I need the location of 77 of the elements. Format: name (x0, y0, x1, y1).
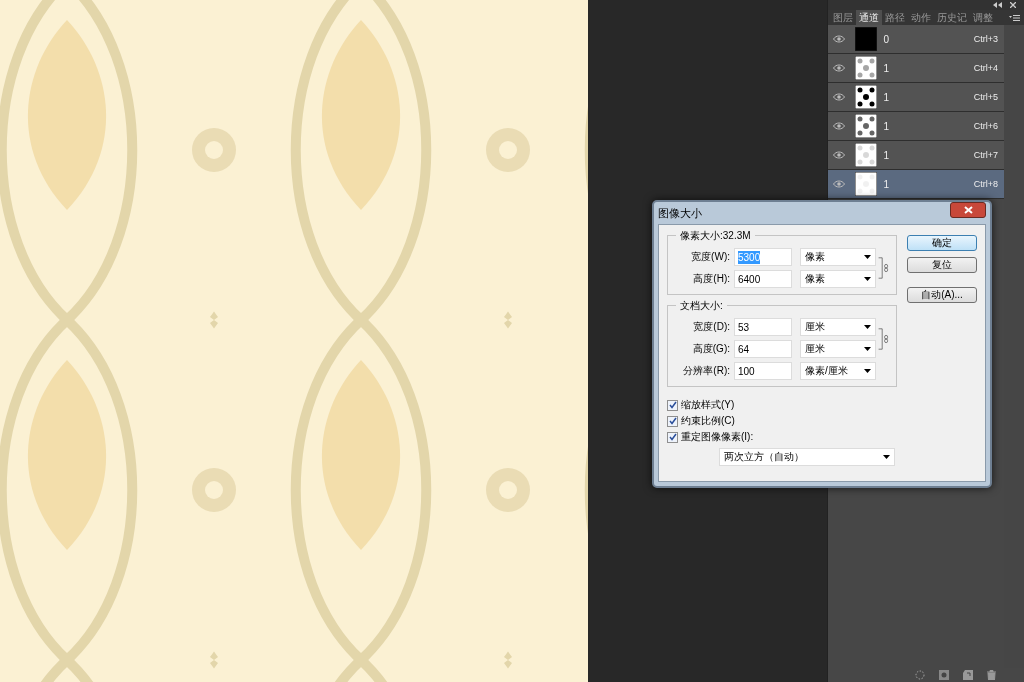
channel-thumbnail (855, 56, 878, 80)
group-legend: 文档大小: (676, 299, 727, 313)
group-legend: 像素大小:32.3M (676, 229, 755, 243)
input-field[interactable]: 100 (734, 362, 792, 380)
channel-shortcut: Ctrl+6 (973, 121, 998, 131)
channel-row[interactable]: 1 Ctrl+6 (828, 112, 1004, 141)
channel-shortcut: Ctrl+5 (973, 92, 998, 102)
menu-icon[interactable] (1009, 15, 1020, 21)
panel-tab[interactable]: 通道 (856, 10, 883, 25)
channel-row[interactable]: 1 Ctrl+5 (828, 83, 1004, 112)
unit-dropdown[interactable]: 像素 (800, 270, 876, 288)
caret-icon (864, 325, 871, 329)
checkbox[interactable] (667, 415, 678, 427)
channel-shortcut: Ctrl+4 (973, 63, 998, 73)
field-label: 高度(G): (691, 342, 730, 356)
channel-name: 1 (883, 149, 890, 161)
channel-shortcut: Ctrl+3 (973, 34, 998, 44)
field-label: 高度(H): (692, 272, 730, 286)
channel-name: 1 (883, 62, 890, 74)
channel-row[interactable]: 1 Ctrl+7 (828, 141, 1004, 170)
eye-icon[interactable] (833, 122, 846, 130)
panel-tab[interactable]: 动作 (908, 10, 935, 25)
panel-tab[interactable]: 路径 (882, 10, 909, 25)
field-label: 宽度(D): (692, 320, 730, 334)
unit-dropdown[interactable]: 像素/厘米 (800, 362, 876, 380)
caret-icon (864, 369, 871, 373)
dialog-title: 图像大小 (658, 205, 702, 221)
panel-tab[interactable]: 图层 (830, 10, 857, 25)
channel-thumbnail (855, 172, 878, 196)
dialog-button[interactable]: 复位 (907, 257, 977, 273)
caret-icon (864, 347, 871, 351)
checkbox[interactable] (667, 399, 678, 411)
channel-shortcut: Ctrl+7 (973, 150, 998, 160)
checkbox-option[interactable]: 重定图像像素(I): (667, 429, 897, 445)
eye-icon[interactable] (833, 93, 846, 101)
trash-icon[interactable] (987, 670, 996, 680)
mask-icon[interactable] (939, 670, 949, 680)
channel-name: 1 (883, 120, 890, 132)
channel-thumbnail (855, 143, 878, 167)
channel-name: 1 (883, 91, 890, 103)
channel-row[interactable]: 0 Ctrl+3 (828, 25, 1004, 54)
close-icon[interactable] (1010, 2, 1016, 8)
panel-tab[interactable]: 调整 (970, 10, 997, 25)
close-button[interactable] (950, 202, 986, 218)
channel-thumbnail (855, 114, 878, 138)
checkbox[interactable] (667, 431, 678, 443)
field-label: 分辨率(R): (682, 364, 730, 378)
channel-thumbnail (855, 85, 878, 109)
eye-icon[interactable] (833, 180, 846, 188)
checkbox-option[interactable]: 约束比例(C) (667, 413, 897, 429)
caret-icon (864, 277, 871, 281)
channel-row[interactable]: 1 Ctrl+8 (828, 170, 1004, 199)
input-field[interactable]: 53 (734, 318, 792, 336)
unit-dropdown[interactable]: 像素 (800, 248, 876, 266)
channel-row[interactable]: 1 Ctrl+4 (828, 54, 1004, 83)
caret-icon (883, 455, 890, 459)
unit-dropdown[interactable]: 厘米 (800, 318, 876, 336)
collapse-icon[interactable] (993, 2, 1002, 8)
channel-shortcut: Ctrl+8 (973, 179, 998, 189)
panel-tab[interactable]: 历史记 (934, 10, 971, 25)
dialog-button[interactable]: 自动(A)... (907, 287, 977, 303)
eye-icon[interactable] (833, 35, 846, 43)
field-label: 宽度(W): (690, 250, 730, 264)
caret-icon (864, 255, 871, 259)
channel-name: 1 (883, 178, 890, 190)
input-field[interactable]: 6400 (734, 270, 792, 288)
eye-icon[interactable] (833, 151, 846, 159)
dialog-button[interactable]: 确定 (907, 235, 977, 251)
close-icon (963, 206, 973, 214)
unit-dropdown[interactable]: 厘米 (800, 340, 876, 358)
checkbox-option[interactable]: 缩放样式(Y) (667, 397, 897, 413)
resample-dropdown[interactable]: 两次立方（自动） (719, 448, 895, 466)
input-field[interactable]: 64 (734, 340, 792, 358)
channel-thumbnail (855, 27, 878, 51)
channel-name: 0 (883, 33, 890, 45)
selection-icon[interactable] (915, 670, 925, 680)
eye-icon[interactable] (833, 64, 846, 72)
